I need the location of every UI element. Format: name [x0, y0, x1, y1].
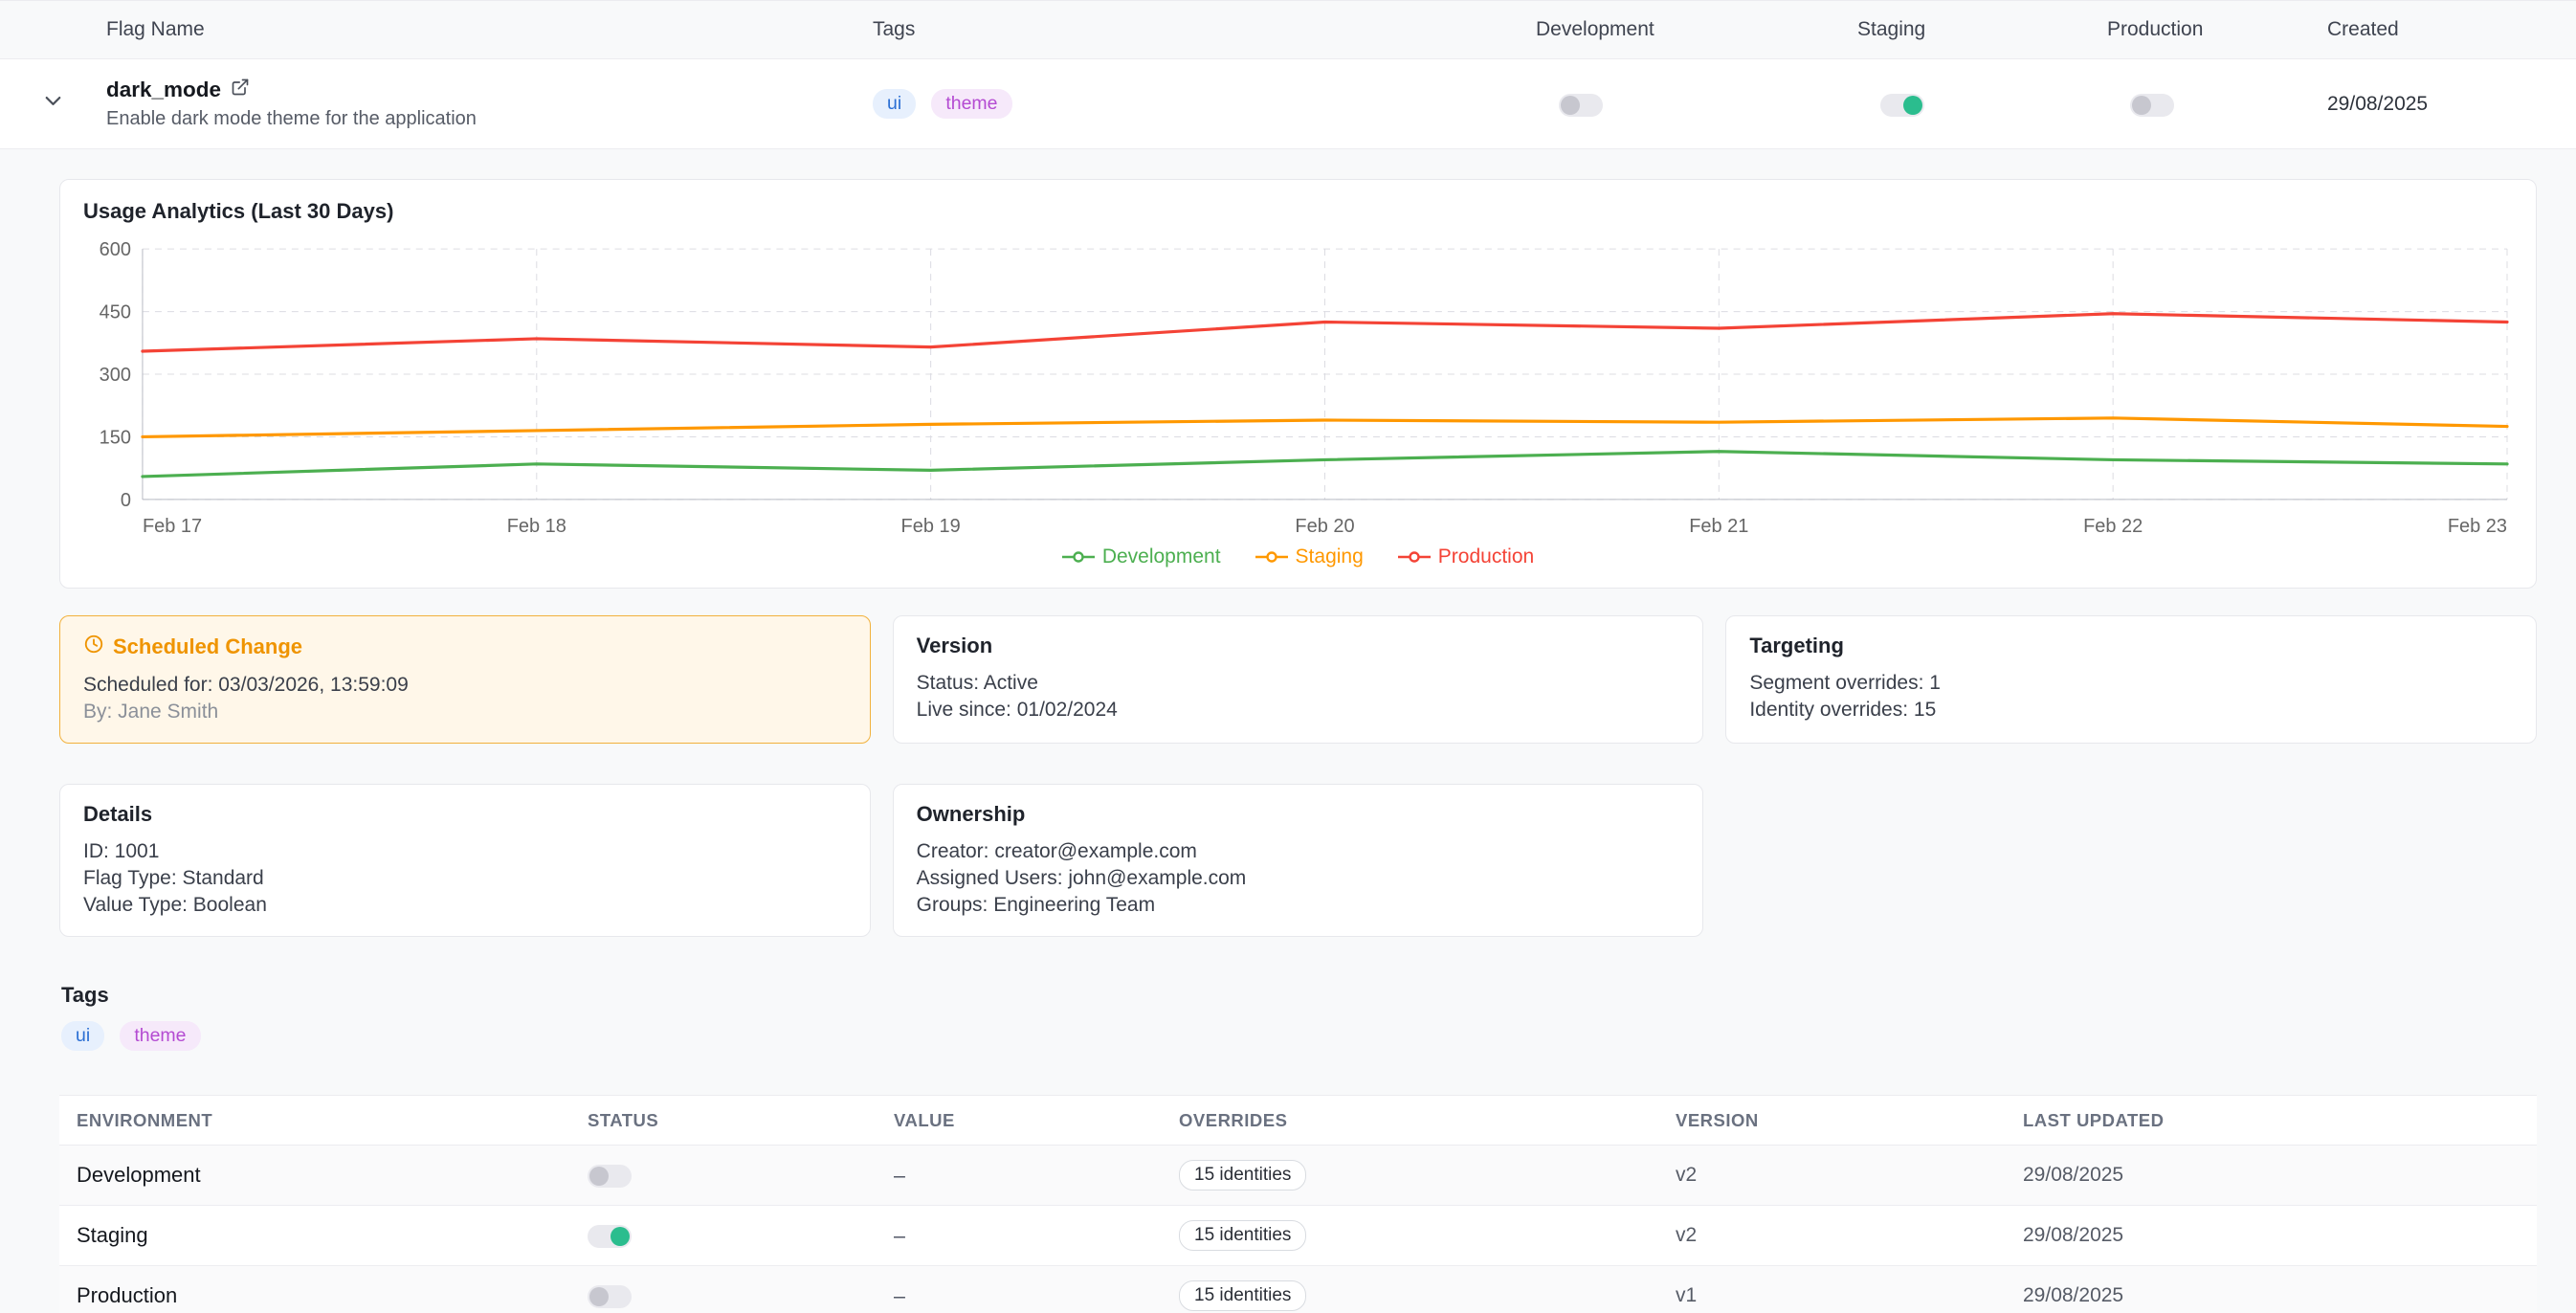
- staging-status-toggle[interactable]: [588, 1225, 632, 1248]
- env-col-last-updated: LAST UPDATED: [2023, 1110, 2537, 1131]
- svg-text:0: 0: [121, 490, 131, 511]
- details-title: Details: [83, 802, 847, 827]
- production-toggle[interactable]: [2130, 94, 2174, 117]
- usage-analytics-card: Usage Analytics (Last 30 Days) 0 150 300 45…: [59, 179, 2537, 589]
- details-flag-type: Flag Type: Standard: [83, 865, 847, 892]
- ownership-assigned-users: Assigned Users: john@example.com: [917, 865, 1680, 892]
- environments-table-header: ENVIRONMENT STATUS VALUE OVERRIDES VERSI…: [59, 1096, 2537, 1146]
- legend-marker-icon: [1062, 550, 1095, 564]
- flag-list-header: Flag Name Tags Development Staging Produ…: [0, 0, 2576, 59]
- production-status-toggle[interactable]: [588, 1285, 632, 1308]
- env-value: –: [894, 1164, 1179, 1188]
- flag-name: dark_mode: [106, 78, 221, 102]
- flag-description: Enable dark mode theme for the applicati…: [106, 108, 873, 130]
- empty-card-slot: [1725, 784, 2537, 937]
- development-toggle[interactable]: [1559, 94, 1603, 117]
- targeting-card: Targeting Segment overrides: 1 Identity …: [1725, 615, 2537, 744]
- chevron-down-icon[interactable]: [40, 88, 66, 120]
- col-flag-name: Flag Name: [106, 18, 873, 41]
- svg-text:450: 450: [100, 302, 131, 323]
- env-col-overrides: OVERRIDES: [1179, 1110, 1676, 1131]
- details-id: ID: 1001: [83, 838, 847, 865]
- legend-marker-icon: [1255, 550, 1288, 564]
- segment-overrides: Segment overrides: 1: [1749, 670, 2513, 697]
- env-last-updated: 29/08/2025: [2023, 1284, 2537, 1307]
- version-card: Version Status: Active Live since: 01/02…: [893, 615, 1704, 744]
- env-name: Production: [77, 1283, 588, 1308]
- scheduled-change-card: Scheduled Change Scheduled for: 03/03/20…: [59, 615, 871, 744]
- col-staging: Staging: [1857, 18, 2107, 41]
- scheduled-by-text: By: Jane Smith: [83, 699, 847, 725]
- version-live-since: Live since: 01/02/2024: [917, 697, 1680, 723]
- env-value: –: [894, 1224, 1179, 1248]
- tags-section-title: Tags: [61, 983, 2537, 1008]
- legend-item[interactable]: Production: [1398, 545, 1534, 568]
- environments-table: ENVIRONMENT STATUS VALUE OVERRIDES VERSI…: [59, 1095, 2537, 1313]
- targeting-title: Targeting: [1749, 634, 2513, 658]
- tag-theme[interactable]: theme: [120, 1021, 200, 1051]
- overrides-badge[interactable]: 15 identities: [1179, 1280, 1306, 1311]
- table-row: Production – 15 identities v1 29/08/2025: [59, 1266, 2537, 1313]
- chart-legend: Development Staging Production: [83, 545, 2513, 568]
- ownership-creator: Creator: creator@example.com: [917, 838, 1680, 865]
- col-created: Created: [2327, 18, 2576, 41]
- tags-section: Tags ui theme: [61, 983, 2537, 1051]
- table-row: Staging – 15 identities v2 29/08/2025: [59, 1206, 2537, 1266]
- tag-ui[interactable]: ui: [61, 1021, 104, 1051]
- svg-text:Feb 23: Feb 23: [2448, 516, 2507, 537]
- svg-text:Feb 22: Feb 22: [2083, 516, 2143, 537]
- version-status: Status: Active: [917, 670, 1680, 697]
- clock-icon: [83, 634, 104, 660]
- flag-row[interactable]: dark_mode Enable dark mode theme for the…: [0, 59, 2576, 149]
- chart-title: Usage Analytics (Last 30 Days): [83, 199, 2513, 224]
- usage-line-chart: 0 150 300 450 600 Feb 17 Feb 18 Feb 19 Feb 20 Feb…: [83, 235, 2513, 544]
- env-col-version: VERSION: [1676, 1110, 2023, 1131]
- table-row: Development – 15 identities v2 29/08/202…: [59, 1146, 2537, 1206]
- tag-ui[interactable]: ui: [873, 89, 916, 119]
- env-value: –: [894, 1284, 1179, 1308]
- svg-text:Feb 19: Feb 19: [901, 516, 961, 537]
- details-card: Details ID: 1001 Flag Type: Standard Val…: [59, 784, 871, 937]
- info-cards-row-1: Scheduled Change Scheduled for: 03/03/20…: [59, 615, 2537, 744]
- legend-item[interactable]: Development: [1062, 545, 1221, 568]
- svg-text:Feb 17: Feb 17: [143, 516, 202, 537]
- svg-text:Feb 21: Feb 21: [1689, 516, 1748, 537]
- ownership-title: Ownership: [917, 802, 1680, 827]
- external-link-icon[interactable]: [231, 78, 250, 102]
- col-tags: Tags: [873, 18, 1536, 41]
- legend-item[interactable]: Staging: [1255, 545, 1364, 568]
- version-title: Version: [917, 634, 1680, 658]
- identity-overrides: Identity overrides: 15: [1749, 697, 2513, 723]
- env-name: Staging: [77, 1223, 588, 1248]
- ownership-groups: Groups: Engineering Team: [917, 892, 1680, 919]
- svg-text:Feb 20: Feb 20: [1295, 516, 1354, 537]
- svg-text:600: 600: [100, 239, 131, 260]
- env-last-updated: 29/08/2025: [2023, 1164, 2537, 1187]
- ownership-card: Ownership Creator: creator@example.com A…: [893, 784, 1704, 937]
- env-last-updated: 29/08/2025: [2023, 1224, 2537, 1247]
- svg-text:300: 300: [100, 365, 131, 386]
- scheduled-change-title: Scheduled Change: [83, 634, 847, 660]
- created-date: 29/08/2025: [2327, 93, 2576, 116]
- svg-text:Feb 18: Feb 18: [507, 516, 566, 537]
- svg-text:150: 150: [100, 427, 131, 448]
- legend-marker-icon: [1398, 550, 1431, 564]
- env-col-status: STATUS: [588, 1110, 894, 1131]
- env-version: v2: [1676, 1164, 2023, 1187]
- overrides-badge[interactable]: 15 identities: [1179, 1220, 1306, 1251]
- overrides-badge[interactable]: 15 identities: [1179, 1160, 1306, 1191]
- col-development: Development: [1536, 18, 1857, 41]
- info-cards-row-2: Details ID: 1001 Flag Type: Standard Val…: [59, 784, 2537, 937]
- details-value-type: Value Type: Boolean: [83, 892, 847, 919]
- env-name: Development: [77, 1163, 588, 1188]
- env-col-environment: ENVIRONMENT: [77, 1110, 588, 1131]
- staging-toggle[interactable]: [1880, 94, 1924, 117]
- col-production: Production: [2107, 18, 2327, 41]
- development-status-toggle[interactable]: [588, 1165, 632, 1188]
- tag-theme[interactable]: theme: [931, 89, 1011, 119]
- scheduled-for-text: Scheduled for: 03/03/2026, 13:59:09: [83, 672, 847, 699]
- env-col-value: VALUE: [894, 1110, 1179, 1131]
- env-version: v2: [1676, 1224, 2023, 1247]
- env-version: v1: [1676, 1284, 2023, 1307]
